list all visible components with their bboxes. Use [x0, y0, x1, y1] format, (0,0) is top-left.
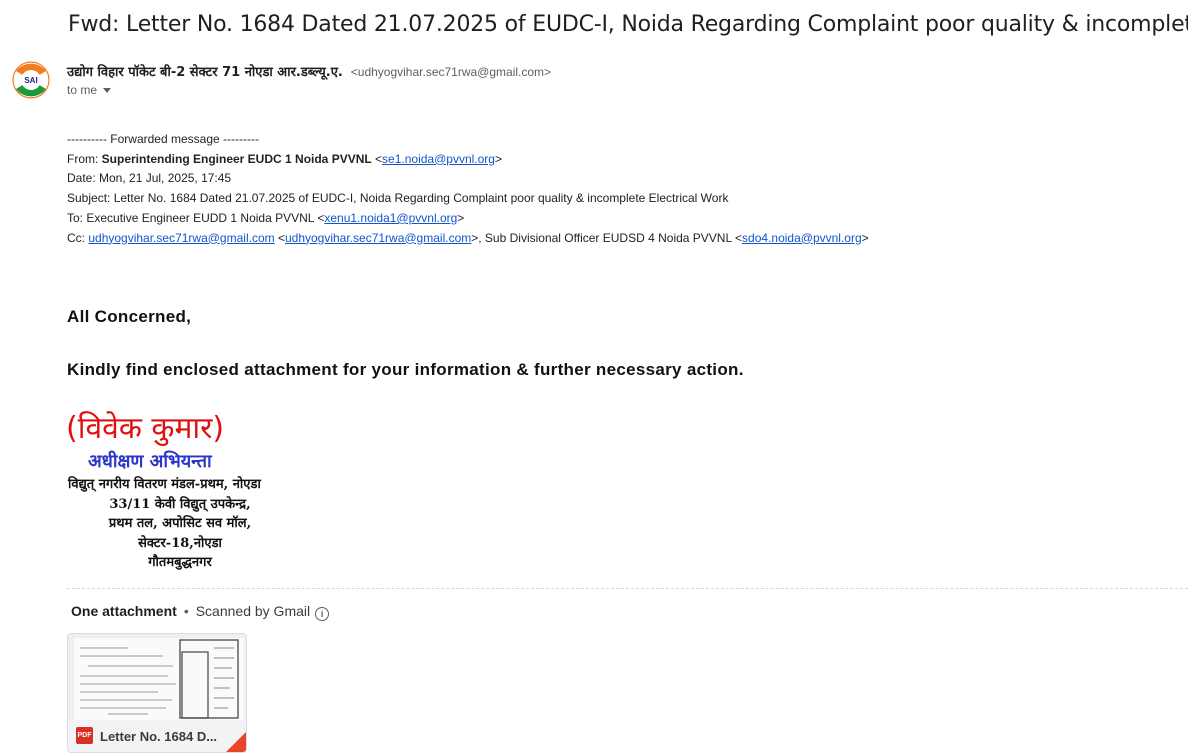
cc-mid-text: >, Sub Divisional Officer EUDSD 4 Noida …	[471, 230, 743, 245]
to-email-link[interactable]: xenu1.noida1@pvvnl.org	[324, 211, 457, 225]
signature-line: विद्युत् नगरीय वितरण मंडल-प्रथम, नोएडा	[68, 477, 261, 492]
sender-name[interactable]: उद्योग विहार पॉकेट बी-2 सेक्टर 71 नोएडा …	[67, 65, 343, 80]
attachment-card[interactable]: PDF Letter No. 1684 D...	[67, 633, 247, 753]
forwarded-cc: Cc: udhyogvihar.sec71rwa@gmail.com <udhy…	[67, 230, 869, 245]
email-subject: Fwd: Letter No. 1684 Dated 21.07.2025 of…	[68, 12, 1188, 37]
sender-email: <udhyogvihar.sec71rwa@gmail.com>	[350, 65, 552, 79]
signature-name: (विवेक कुमार)	[66, 411, 225, 446]
pdf-icon: PDF	[76, 727, 93, 744]
signature-line: गौतमबुद्धनगर	[148, 555, 212, 570]
document-preview-icon	[68, 634, 246, 720]
page-corner-icon	[226, 732, 246, 752]
forwarded-subject: Subject: Letter No. 1684 Dated 21.07.202…	[67, 191, 729, 206]
signature-title: अधीक्षण अभियन्ता	[88, 451, 212, 472]
chevron-down-icon[interactable]	[103, 88, 112, 94]
message-body: Kindly find enclosed attachment for your…	[67, 360, 744, 379]
attachments-header: One attachment • Scanned by Gmail i	[71, 603, 330, 621]
scan-status: Scanned by Gmail	[195, 603, 311, 619]
to-label: to me	[67, 83, 98, 97]
forwarded-date: Date: Mon, 21 Jul, 2025, 17:45	[67, 171, 232, 186]
signature-line: 33/11 केवी विद्युत् उपकेन्द्र,	[109, 496, 251, 512]
forwarded-header-block: ---------- Forwarded message --------- F…	[67, 130, 869, 248]
recipient-details-toggle[interactable]: to me	[67, 83, 112, 97]
sender-avatar[interactable]: SAI	[12, 61, 50, 99]
signature-address: विद्युत् नगरीय वितरण मंडल-प्रथम, नोएडा 3…	[60, 475, 300, 573]
attachment-thumbnail[interactable]	[68, 634, 246, 720]
cc-email-link-1[interactable]: udhyogvihar.sec71rwa@gmail.com	[88, 231, 274, 245]
forwarded-from: From: Superintending Engineer EUDC 1 Noi…	[67, 151, 502, 166]
from-name: Superintending Engineer EUDC 1 Noida PVV…	[101, 151, 372, 166]
attachment-filename[interactable]: Letter No. 1684 D...	[100, 729, 217, 744]
cc-email-link-2[interactable]: udhyogvihar.sec71rwa@gmail.com	[285, 231, 471, 245]
to-text: To: Executive Engineer EUDD 1 Noida PVVN…	[67, 210, 325, 225]
avatar-text: SAI	[24, 76, 37, 85]
sender-line: उद्योग विहार पॉकेट बी-2 सेक्टर 71 नोएडा …	[67, 62, 551, 80]
signature-line: सेक्टर-18,नोएडा	[138, 535, 222, 551]
signature-line: प्रथम तल, अपोसिट सव मॉल,	[108, 516, 252, 531]
attachments-divider	[67, 588, 1188, 589]
separator-dot: •	[183, 603, 189, 619]
from-label: From:	[67, 151, 102, 166]
rwa-logo-icon: SAI	[12, 61, 50, 99]
greeting: All Concerned,	[67, 307, 192, 326]
cc-label: Cc:	[67, 230, 89, 245]
attachment-count: One attachment	[71, 603, 177, 619]
from-email-link[interactable]: se1.noida@pvvnl.org	[382, 152, 495, 166]
cc-email-link-3[interactable]: sdo4.noida@pvvnl.org	[742, 231, 862, 245]
forwarded-divider-text: ---------- Forwarded message ---------	[67, 132, 259, 146]
forwarded-to: To: Executive Engineer EUDD 1 Noida PVVN…	[67, 210, 465, 225]
info-icon[interactable]: i	[315, 607, 330, 621]
